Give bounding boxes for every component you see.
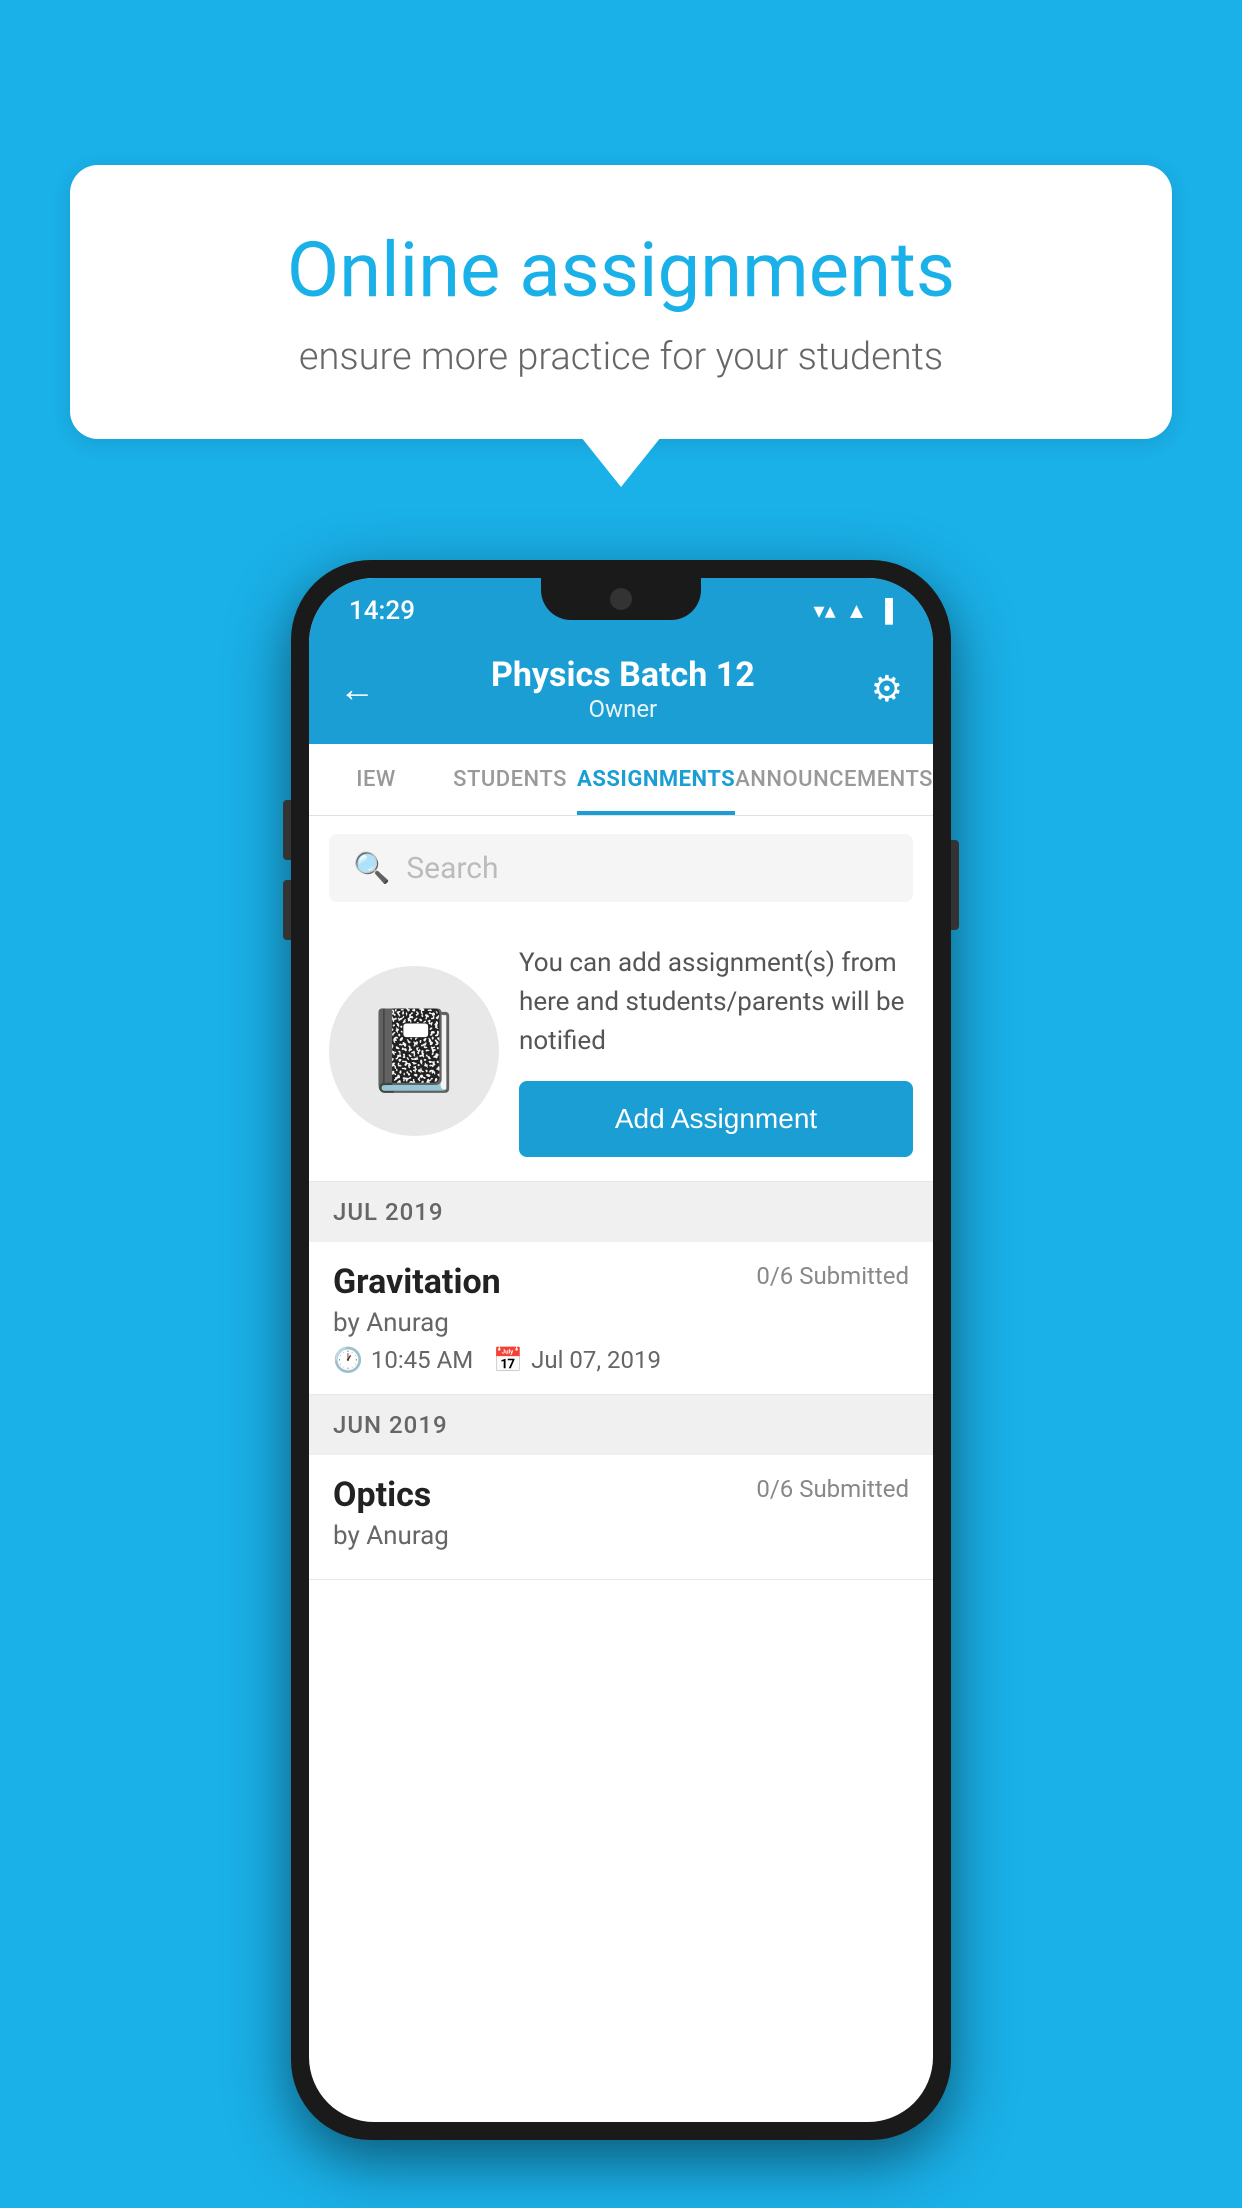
phone-notch bbox=[541, 578, 701, 620]
search-bar[interactable]: 🔍 Search bbox=[329, 834, 913, 902]
wifi-icon: ▾▴ bbox=[814, 599, 836, 624]
assignment-author: by Anurag bbox=[333, 1308, 909, 1338]
calendar-icon: 📅 bbox=[493, 1346, 523, 1374]
app-header: ← Physics Batch 12 Owner ⚙ bbox=[309, 634, 933, 744]
tab-overview[interactable]: IEW bbox=[309, 744, 443, 815]
assignment-item-gravitation[interactable]: Gravitation 0/6 Submitted by Anurag 🕐 10… bbox=[309, 1242, 933, 1395]
phone-outer: 14:29 ▾▴ ▲ ▐ ← Physics Batch 12 Owner ⚙ bbox=[291, 560, 951, 2140]
tabs-container: IEW STUDENTS ASSIGNMENTS ANNOUNCEMENTS bbox=[309, 744, 933, 816]
assignment-info: You can add assignment(s) from here and … bbox=[519, 944, 913, 1157]
add-assignment-section: 📓 You can add assignment(s) from here an… bbox=[309, 920, 933, 1182]
assignment-meta: 🕐 10:45 AM 📅 Jul 07, 2019 bbox=[333, 1346, 909, 1374]
assignment-submitted: 0/6 Submitted bbox=[756, 1262, 909, 1290]
volume-up-button bbox=[283, 800, 291, 860]
section-header-jul: JUL 2019 bbox=[309, 1182, 933, 1242]
tab-students[interactable]: STUDENTS bbox=[443, 744, 577, 815]
status-time: 14:29 bbox=[349, 596, 415, 626]
phone-screen: 14:29 ▾▴ ▲ ▐ ← Physics Batch 12 Owner ⚙ bbox=[309, 578, 933, 2122]
assignment-description: You can add assignment(s) from here and … bbox=[519, 944, 913, 1061]
search-container: 🔍 Search bbox=[309, 816, 933, 920]
front-camera bbox=[610, 588, 632, 610]
battery-icon: ▐ bbox=[877, 598, 893, 624]
notebook-icon: 📓 bbox=[364, 1004, 464, 1098]
add-assignment-button[interactable]: Add Assignment bbox=[519, 1081, 913, 1157]
assignment-name-optics: Optics bbox=[333, 1475, 431, 1515]
signal-icon: ▲ bbox=[846, 598, 868, 624]
assignment-item-header-optics: Optics 0/6 Submitted bbox=[333, 1475, 909, 1515]
bubble-subtitle: ensure more practice for your students bbox=[150, 335, 1092, 379]
bubble-title: Online assignments bbox=[150, 225, 1092, 315]
assignment-item-optics[interactable]: Optics 0/6 Submitted by Anurag bbox=[309, 1455, 933, 1580]
batch-title: Physics Batch 12 bbox=[491, 655, 755, 695]
header-role: Owner bbox=[491, 695, 755, 723]
search-placeholder: Search bbox=[406, 851, 498, 886]
assignment-author-optics: by Anurag bbox=[333, 1521, 909, 1551]
assignment-time: 10:45 AM bbox=[371, 1346, 473, 1374]
speech-bubble-container: Online assignments ensure more practice … bbox=[70, 165, 1172, 439]
assignment-item-header: Gravitation 0/6 Submitted bbox=[333, 1262, 909, 1302]
time-meta: 🕐 10:45 AM bbox=[333, 1346, 473, 1374]
date-meta: 📅 Jul 07, 2019 bbox=[493, 1346, 661, 1374]
tab-assignments[interactable]: ASSIGNMENTS bbox=[577, 744, 735, 815]
volume-down-button bbox=[283, 880, 291, 940]
tab-announcements[interactable]: ANNOUNCEMENTS bbox=[735, 744, 933, 815]
search-icon: 🔍 bbox=[353, 851, 390, 886]
assignment-submitted-optics: 0/6 Submitted bbox=[756, 1475, 909, 1503]
back-button[interactable]: ← bbox=[339, 668, 375, 710]
header-center: Physics Batch 12 Owner bbox=[491, 655, 755, 723]
assignment-date: Jul 07, 2019 bbox=[531, 1346, 661, 1374]
status-icons: ▾▴ ▲ ▐ bbox=[814, 598, 893, 624]
section-header-jun: JUN 2019 bbox=[309, 1395, 933, 1455]
power-button bbox=[951, 840, 959, 930]
clock-icon: 🕐 bbox=[333, 1346, 363, 1374]
phone-mockup: 14:29 ▾▴ ▲ ▐ ← Physics Batch 12 Owner ⚙ bbox=[291, 560, 951, 2140]
settings-icon[interactable]: ⚙ bbox=[871, 668, 903, 710]
assignment-icon-circle: 📓 bbox=[329, 966, 499, 1136]
assignment-name: Gravitation bbox=[333, 1262, 501, 1302]
speech-bubble: Online assignments ensure more practice … bbox=[70, 165, 1172, 439]
